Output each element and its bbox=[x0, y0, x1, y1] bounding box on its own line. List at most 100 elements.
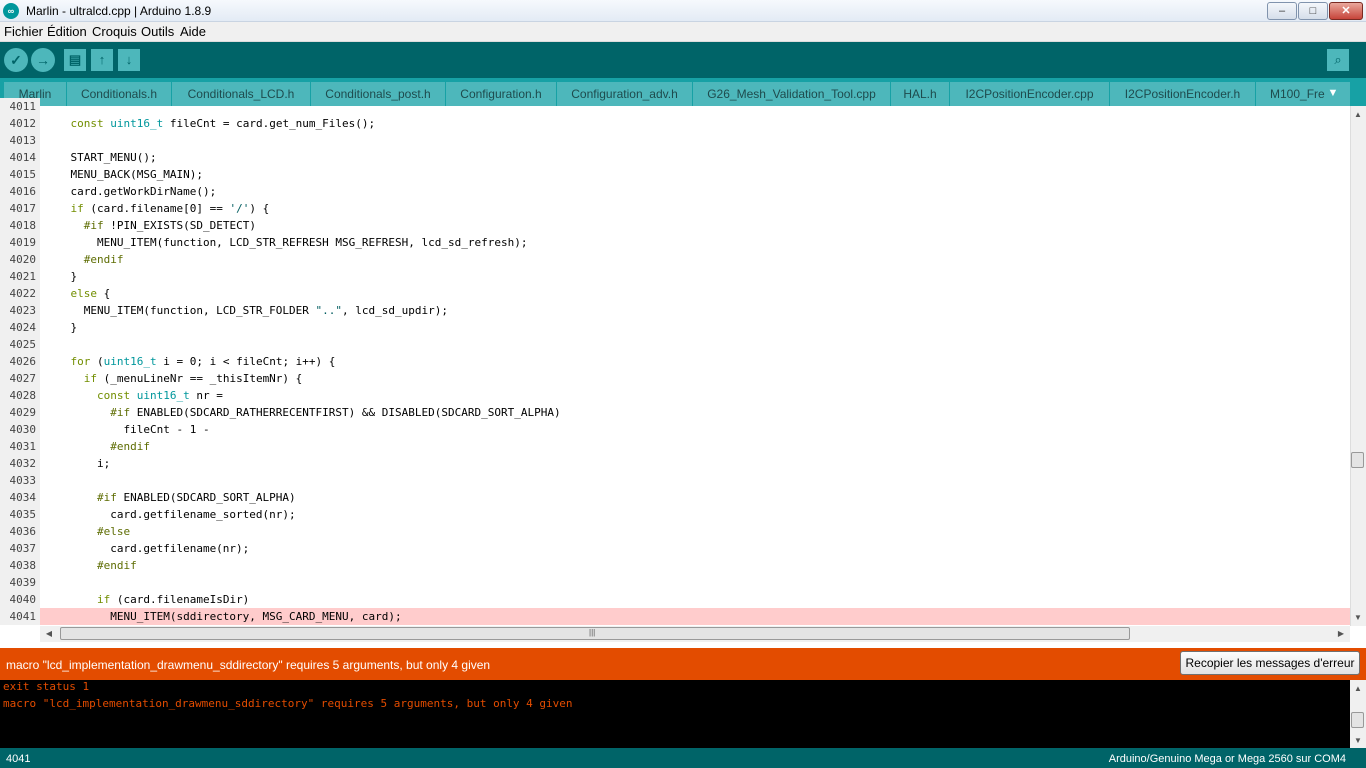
code-text[interactable]: const uint16_t nr = bbox=[44, 387, 223, 404]
code-text[interactable]: #endif bbox=[44, 557, 137, 574]
code-text[interactable]: } bbox=[44, 268, 77, 285]
verify-icon[interactable]: ✓ bbox=[4, 48, 28, 72]
code-line[interactable]: 4011 bbox=[0, 98, 1350, 115]
line-number: 4028 bbox=[0, 387, 40, 404]
code-line[interactable]: 4018 #if !PIN_EXISTS(SD_DETECT) bbox=[0, 217, 1350, 234]
code-text[interactable]: MENU_ITEM(function, LCD_STR_REFRESH MSG_… bbox=[44, 234, 527, 251]
code-text[interactable]: #endif bbox=[44, 251, 124, 268]
code-line[interactable]: 4014 START_MENU(); bbox=[0, 149, 1350, 166]
scroll-left-icon[interactable]: ◀ bbox=[42, 629, 56, 638]
code-text[interactable]: fileCnt - 1 - bbox=[44, 421, 209, 438]
save-sketch-icon[interactable]: ↓ bbox=[118, 49, 140, 71]
maximize-button[interactable]: □ bbox=[1298, 2, 1328, 20]
new-sketch-icon[interactable]: ▤ bbox=[64, 49, 86, 71]
line-number: 4011 bbox=[0, 98, 40, 115]
menu-bar: Fichier Édition Croquis Outils Aide bbox=[0, 22, 1366, 42]
code-line[interactable]: 4036 #else bbox=[0, 523, 1350, 540]
editor-vertical-scroll-thumb[interactable] bbox=[1351, 452, 1364, 468]
scroll-down-icon[interactable]: ▼ bbox=[1351, 613, 1365, 622]
code-line[interactable]: 4017 if (card.filename[0] == '/') { bbox=[0, 200, 1350, 217]
status-board-port: Arduino/Genuino Mega or Mega 2560 sur CO… bbox=[1108, 753, 1346, 765]
line-number: 4013 bbox=[0, 132, 40, 149]
code-line[interactable]: 4039 bbox=[0, 574, 1350, 591]
editor-horizontal-scroll-thumb[interactable]: ||| bbox=[60, 627, 1130, 640]
serial-monitor-icon[interactable]: ⌕ bbox=[1327, 49, 1349, 71]
code-text[interactable]: #if ENABLED(SDCARD_SORT_ALPHA) bbox=[44, 489, 296, 506]
code-line[interactable]: 4029 #if ENABLED(SDCARD_RATHERRECENTFIRS… bbox=[0, 404, 1350, 421]
code-text[interactable]: card.getfilename(nr); bbox=[44, 540, 249, 557]
code-line[interactable]: 4041 MENU_ITEM(sddirectory, MSG_CARD_MEN… bbox=[0, 608, 1350, 625]
console-scroll-down-icon[interactable]: ▼ bbox=[1351, 736, 1365, 745]
code-text[interactable]: } bbox=[44, 319, 77, 336]
status-bar: 4041 Arduino/Genuino Mega or Mega 2560 s… bbox=[0, 748, 1366, 768]
code-line[interactable]: 4023 MENU_ITEM(function, LCD_STR_FOLDER … bbox=[0, 302, 1350, 319]
code-text[interactable]: #endif bbox=[44, 438, 150, 455]
code-line[interactable]: 4020 #endif bbox=[0, 251, 1350, 268]
line-number: 4024 bbox=[0, 319, 40, 336]
code-text[interactable]: if (card.filename[0] == '/') { bbox=[44, 200, 270, 217]
code-line[interactable]: 4019 MENU_ITEM(function, LCD_STR_REFRESH… bbox=[0, 234, 1350, 251]
error-message-bar: macro "lcd_implementation_drawmenu_sddir… bbox=[0, 648, 1366, 680]
code-editor[interactable]: 4011 4012 const uint16_t fileCnt = card.g… bbox=[0, 98, 1350, 626]
code-line[interactable]: 4037 card.getfilename(nr); bbox=[0, 540, 1350, 557]
code-text[interactable]: #if !PIN_EXISTS(SD_DETECT) bbox=[44, 217, 256, 234]
console-scroll-thumb[interactable] bbox=[1351, 712, 1364, 728]
menu-sketch[interactable]: Croquis bbox=[92, 24, 137, 39]
code-line[interactable]: 4021 } bbox=[0, 268, 1350, 285]
menu-tools[interactable]: Outils bbox=[141, 24, 174, 39]
editor-vertical-scrollbar[interactable] bbox=[1350, 106, 1366, 626]
code-line[interactable]: 4024 } bbox=[0, 319, 1350, 336]
code-text[interactable]: card.getWorkDirName(); bbox=[44, 183, 216, 200]
code-text[interactable]: MENU_ITEM(function, LCD_STR_FOLDER "..",… bbox=[44, 302, 448, 319]
code-line[interactable]: 4015 MENU_BACK(MSG_MAIN); bbox=[0, 166, 1350, 183]
code-line[interactable]: 4031 #endif bbox=[0, 438, 1350, 455]
code-line[interactable]: 4025 bbox=[0, 336, 1350, 353]
code-line[interactable]: 4026 for (uint16_t i = 0; i < fileCnt; i… bbox=[0, 353, 1350, 370]
close-button[interactable]: ✕ bbox=[1329, 2, 1363, 20]
upload-icon[interactable]: → bbox=[31, 48, 55, 72]
menu-help[interactable]: Aide bbox=[180, 24, 206, 39]
line-number: 4021 bbox=[0, 268, 40, 285]
open-sketch-icon[interactable]: ↑ bbox=[91, 49, 113, 71]
code-line[interactable]: 4016 card.getWorkDirName(); bbox=[0, 183, 1350, 200]
code-line[interactable]: 4027 if (_menuLineNr == _thisItemNr) { bbox=[0, 370, 1350, 387]
console-output[interactable]: exit status 1 macro "lcd_implementation_… bbox=[0, 680, 1350, 748]
menu-file[interactable]: Fichier bbox=[4, 24, 43, 39]
line-number: 4019 bbox=[0, 234, 40, 251]
code-line[interactable]: 4013 bbox=[0, 132, 1350, 149]
scroll-right-icon[interactable]: ▶ bbox=[1334, 629, 1348, 638]
code-line[interactable]: 4033 bbox=[0, 472, 1350, 489]
code-text[interactable]: for (uint16_t i = 0; i < fileCnt; i++) { bbox=[44, 353, 336, 370]
code-text[interactable]: #else bbox=[44, 523, 130, 540]
code-line[interactable]: 4022 else { bbox=[0, 285, 1350, 302]
line-number: 4029 bbox=[0, 404, 40, 421]
code-line[interactable]: 4040 if (card.filenameIsDir) bbox=[0, 591, 1350, 608]
line-number: 4018 bbox=[0, 217, 40, 234]
minimize-button[interactable]: – bbox=[1267, 2, 1297, 20]
code-text[interactable]: START_MENU(); bbox=[44, 149, 156, 166]
code-text[interactable]: if (card.filenameIsDir) bbox=[44, 591, 249, 608]
line-number: 4034 bbox=[0, 489, 40, 506]
scroll-up-icon[interactable]: ▲ bbox=[1351, 110, 1365, 119]
code-line[interactable]: 4035 card.getfilename_sorted(nr); bbox=[0, 506, 1350, 523]
code-line[interactable]: 4030 fileCnt - 1 - bbox=[0, 421, 1350, 438]
code-text[interactable]: else { bbox=[44, 285, 111, 302]
code-text[interactable]: #if ENABLED(SDCARD_RATHERRECENTFIRST) &&… bbox=[44, 404, 560, 421]
code-text[interactable]: i; bbox=[44, 455, 110, 472]
code-line[interactable]: 4038 #endif bbox=[0, 557, 1350, 574]
code-line[interactable]: 4028 const uint16_t nr = bbox=[0, 387, 1350, 404]
code-text[interactable]: const uint16_t fileCnt = card.get_num_Fi… bbox=[44, 115, 376, 132]
code-text[interactable]: card.getfilename_sorted(nr); bbox=[44, 506, 295, 523]
menu-edit[interactable]: Édition bbox=[47, 24, 87, 39]
code-text[interactable]: if (_menuLineNr == _thisItemNr) { bbox=[44, 370, 303, 387]
line-number: 4041 bbox=[0, 608, 40, 625]
code-text[interactable]: MENU_BACK(MSG_MAIN); bbox=[44, 166, 202, 183]
code-line[interactable]: 4032 i; bbox=[0, 455, 1350, 472]
copy-error-messages-button[interactable]: Recopier les messages d'erreur bbox=[1180, 651, 1360, 675]
code-text[interactable]: MENU_ITEM(sddirectory, MSG_CARD_MENU, ca… bbox=[44, 608, 401, 625]
code-line[interactable]: 4012 const uint16_t fileCnt = card.get_n… bbox=[0, 115, 1350, 132]
code-line[interactable]: 4034 #if ENABLED(SDCARD_SORT_ALPHA) bbox=[0, 489, 1350, 506]
console-scroll-up-icon[interactable]: ▲ bbox=[1351, 684, 1365, 693]
line-number: 4040 bbox=[0, 591, 40, 608]
line-number: 4039 bbox=[0, 574, 40, 591]
